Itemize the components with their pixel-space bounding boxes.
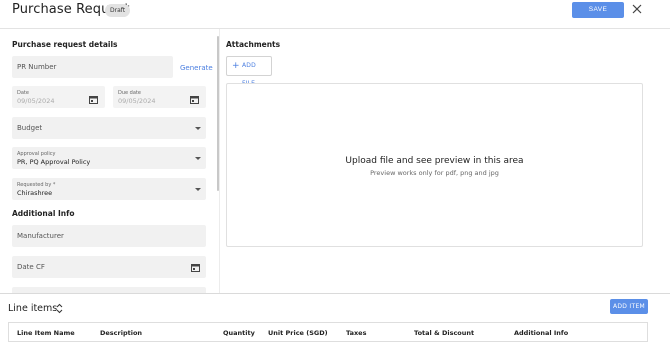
line-items-section: Line items ADD ITEM Line Item Name Descr… [0, 293, 670, 354]
line-items-title: Line items [8, 303, 58, 314]
pane-divider [219, 29, 220, 294]
calendar-icon[interactable] [89, 95, 98, 104]
approval-policy-label: Approval policy [17, 151, 56, 157]
due-date-label: Due date [118, 90, 141, 96]
requested-by-value: Chirashree [17, 189, 53, 197]
additional-info-title: Additional Info [12, 209, 75, 218]
save-button[interactable]: SAVE [572, 2, 624, 18]
status-badge: Draft [105, 4, 131, 17]
sort-icon[interactable] [56, 303, 63, 314]
column-header[interactable]: Taxes [346, 329, 366, 337]
date-value: 09/05/2024 [17, 97, 55, 105]
details-section-title: Purchase request details [12, 40, 118, 49]
attachments-title: Attachments [226, 40, 281, 49]
pr-number-placeholder: PR Number [17, 63, 57, 71]
date-cf-field[interactable]: Date CF [12, 256, 206, 278]
column-header[interactable]: Description [100, 329, 142, 337]
chevron-down-icon [195, 157, 201, 160]
add-file-button[interactable]: + ADD FILE [226, 56, 272, 87]
line-items-table-header: Line Item Name Description Quantity Unit… [8, 322, 648, 342]
date-label: Date [17, 90, 29, 96]
budget-select[interactable]: Budget [12, 117, 206, 139]
pr-number-input[interactable]: PR Number [12, 56, 173, 78]
approval-policy-value: PR, PQ Approval Policy [17, 158, 91, 166]
manufacturer-input[interactable]: Manufacturer [12, 225, 206, 247]
requested-by-select[interactable]: Requested by * Chirashree [12, 178, 206, 200]
column-header[interactable]: Line Item Name [17, 329, 75, 337]
generate-link[interactable]: Generate [180, 64, 213, 72]
requested-by-label: Requested by * [17, 182, 56, 188]
column-header[interactable]: Quantity [223, 329, 255, 337]
due-date-value: 09/05/2024 [118, 97, 156, 105]
plus-icon: + [232, 61, 240, 71]
date-field[interactable]: Date 09/05/2024 [12, 86, 105, 108]
page-header: Purchase Request Draft SAVE [0, 0, 670, 29]
upload-dropzone[interactable]: Upload file and see preview in this area… [226, 83, 643, 247]
date-cf-placeholder: Date CF [17, 263, 45, 271]
chevron-down-icon [195, 188, 201, 191]
close-icon[interactable] [631, 3, 643, 15]
upload-subtitle: Preview works only for pdf, png and jpg [370, 169, 499, 177]
column-header[interactable]: Unit Price (SGD) [268, 329, 328, 337]
approval-policy-select[interactable]: Approval policy PR, PQ Approval Policy [12, 147, 206, 169]
column-header[interactable]: Additional Info [514, 329, 568, 337]
calendar-icon[interactable] [190, 95, 199, 104]
upload-title: Upload file and see preview in this area [345, 156, 524, 166]
column-header[interactable]: Total & Discount [414, 329, 474, 337]
budget-placeholder: Budget [17, 124, 43, 132]
add-item-button[interactable]: ADD ITEM [610, 299, 648, 314]
calendar-icon[interactable] [191, 263, 200, 272]
manufacturer-placeholder: Manufacturer [17, 232, 64, 240]
details-pane: Purchase request details PR Number Gener… [0, 30, 216, 293]
chevron-down-icon [195, 127, 201, 130]
due-date-field[interactable]: Due date 09/05/2024 [113, 86, 206, 108]
